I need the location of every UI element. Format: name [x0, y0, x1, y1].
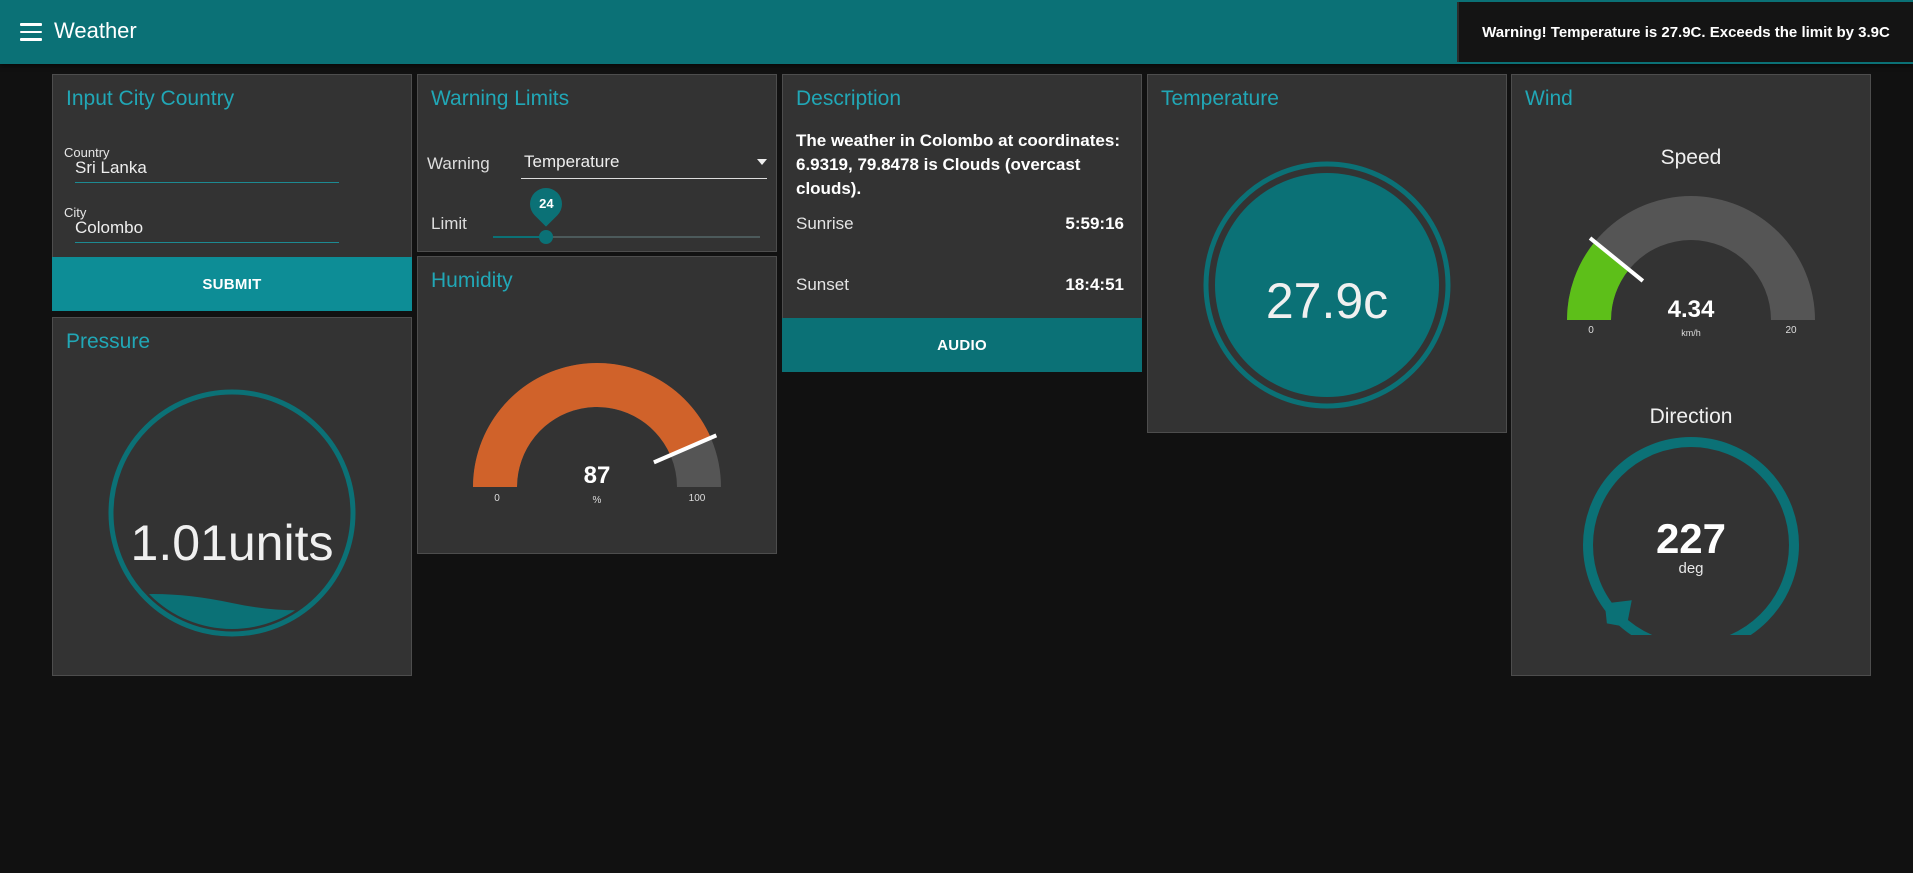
- warning-select[interactable]: Temperature: [521, 149, 767, 179]
- temperature-gauge: 27.9c: [1203, 161, 1451, 409]
- card-title: Humidity: [431, 269, 513, 292]
- speed-max: 20: [1785, 325, 1797, 336]
- card-title: Warning Limits: [431, 87, 570, 110]
- speed-units: km/h: [1681, 328, 1701, 338]
- card-title: Temperature: [1161, 87, 1279, 110]
- limit-slider-value: 24: [539, 196, 554, 211]
- limit-slider-handle[interactable]: [539, 230, 554, 244]
- humidity-card: Humidity 87 % 0 100: [417, 256, 777, 554]
- toast-message: Warning! Temperature is 27.9C. Exceeds t…: [1482, 23, 1890, 41]
- chevron-down-icon: [757, 159, 767, 165]
- wind-gauges: Speed 4.34 km/h 0 20 Direction 227 deg: [1567, 146, 1815, 635]
- temperature-value: 27.9c: [1266, 273, 1388, 329]
- sunset-label: Sunset: [796, 275, 849, 294]
- direction-title: Direction: [1650, 405, 1733, 428]
- wind-card: Wind Speed 4.34 km/h 0 20 Direction 227 …: [1511, 74, 1871, 676]
- limit-label: Limit: [431, 214, 467, 233]
- warning-card: Warning Limits Warning Temperature Limit…: [417, 74, 777, 252]
- pressure-value: 1.01units: [131, 515, 334, 571]
- temperature-card: Temperature 27.9c: [1147, 74, 1507, 433]
- audio-button[interactable]: AUDIO: [782, 318, 1142, 372]
- card-title: Description: [796, 87, 902, 110]
- warning-select-value: Temperature: [524, 152, 620, 171]
- pressure-liquid: [116, 594, 348, 629]
- pressure-gauge: 1.01units: [108, 389, 356, 637]
- country-field[interactable]: [75, 158, 339, 183]
- weather-description: The weather in Colombo at coordinates: 6…: [796, 131, 1120, 198]
- humidity-min: 0: [494, 493, 500, 504]
- sunrise-label: Sunrise: [796, 214, 854, 233]
- input-card: Input City Country Country City SUBMIT: [52, 74, 412, 311]
- sunset-value: 18:4:51: [1065, 275, 1124, 294]
- app-title: Weather: [54, 18, 137, 43]
- warning-toast[interactable]: Warning! Temperature is 27.9C. Exceeds t…: [1457, 2, 1913, 62]
- menu-icon[interactable]: [20, 23, 42, 41]
- sunrise-value: 5:59:16: [1065, 214, 1124, 233]
- humidity-gauge: 87 % 0 100: [473, 363, 721, 506]
- pressure-card: Pressure 1.01units: [52, 317, 412, 676]
- speed-value: 4.34: [1668, 296, 1715, 323]
- card-title: Input City Country: [66, 87, 235, 110]
- humidity-max: 100: [689, 493, 706, 504]
- speed-title: Speed: [1661, 146, 1722, 169]
- direction-value: 227: [1656, 515, 1726, 562]
- humidity-units: %: [593, 495, 602, 506]
- submit-button[interactable]: SUBMIT: [52, 257, 412, 311]
- city-field[interactable]: [75, 218, 339, 243]
- warning-label: Warning: [427, 154, 490, 173]
- direction-units: deg: [1678, 560, 1703, 577]
- humidity-value: 87: [584, 462, 611, 489]
- card-title: Pressure: [66, 330, 151, 353]
- description-card: Description The weather in Colombo at co…: [782, 74, 1142, 372]
- speed-min: 0: [1588, 325, 1594, 336]
- limit-slider-fill: [493, 236, 547, 238]
